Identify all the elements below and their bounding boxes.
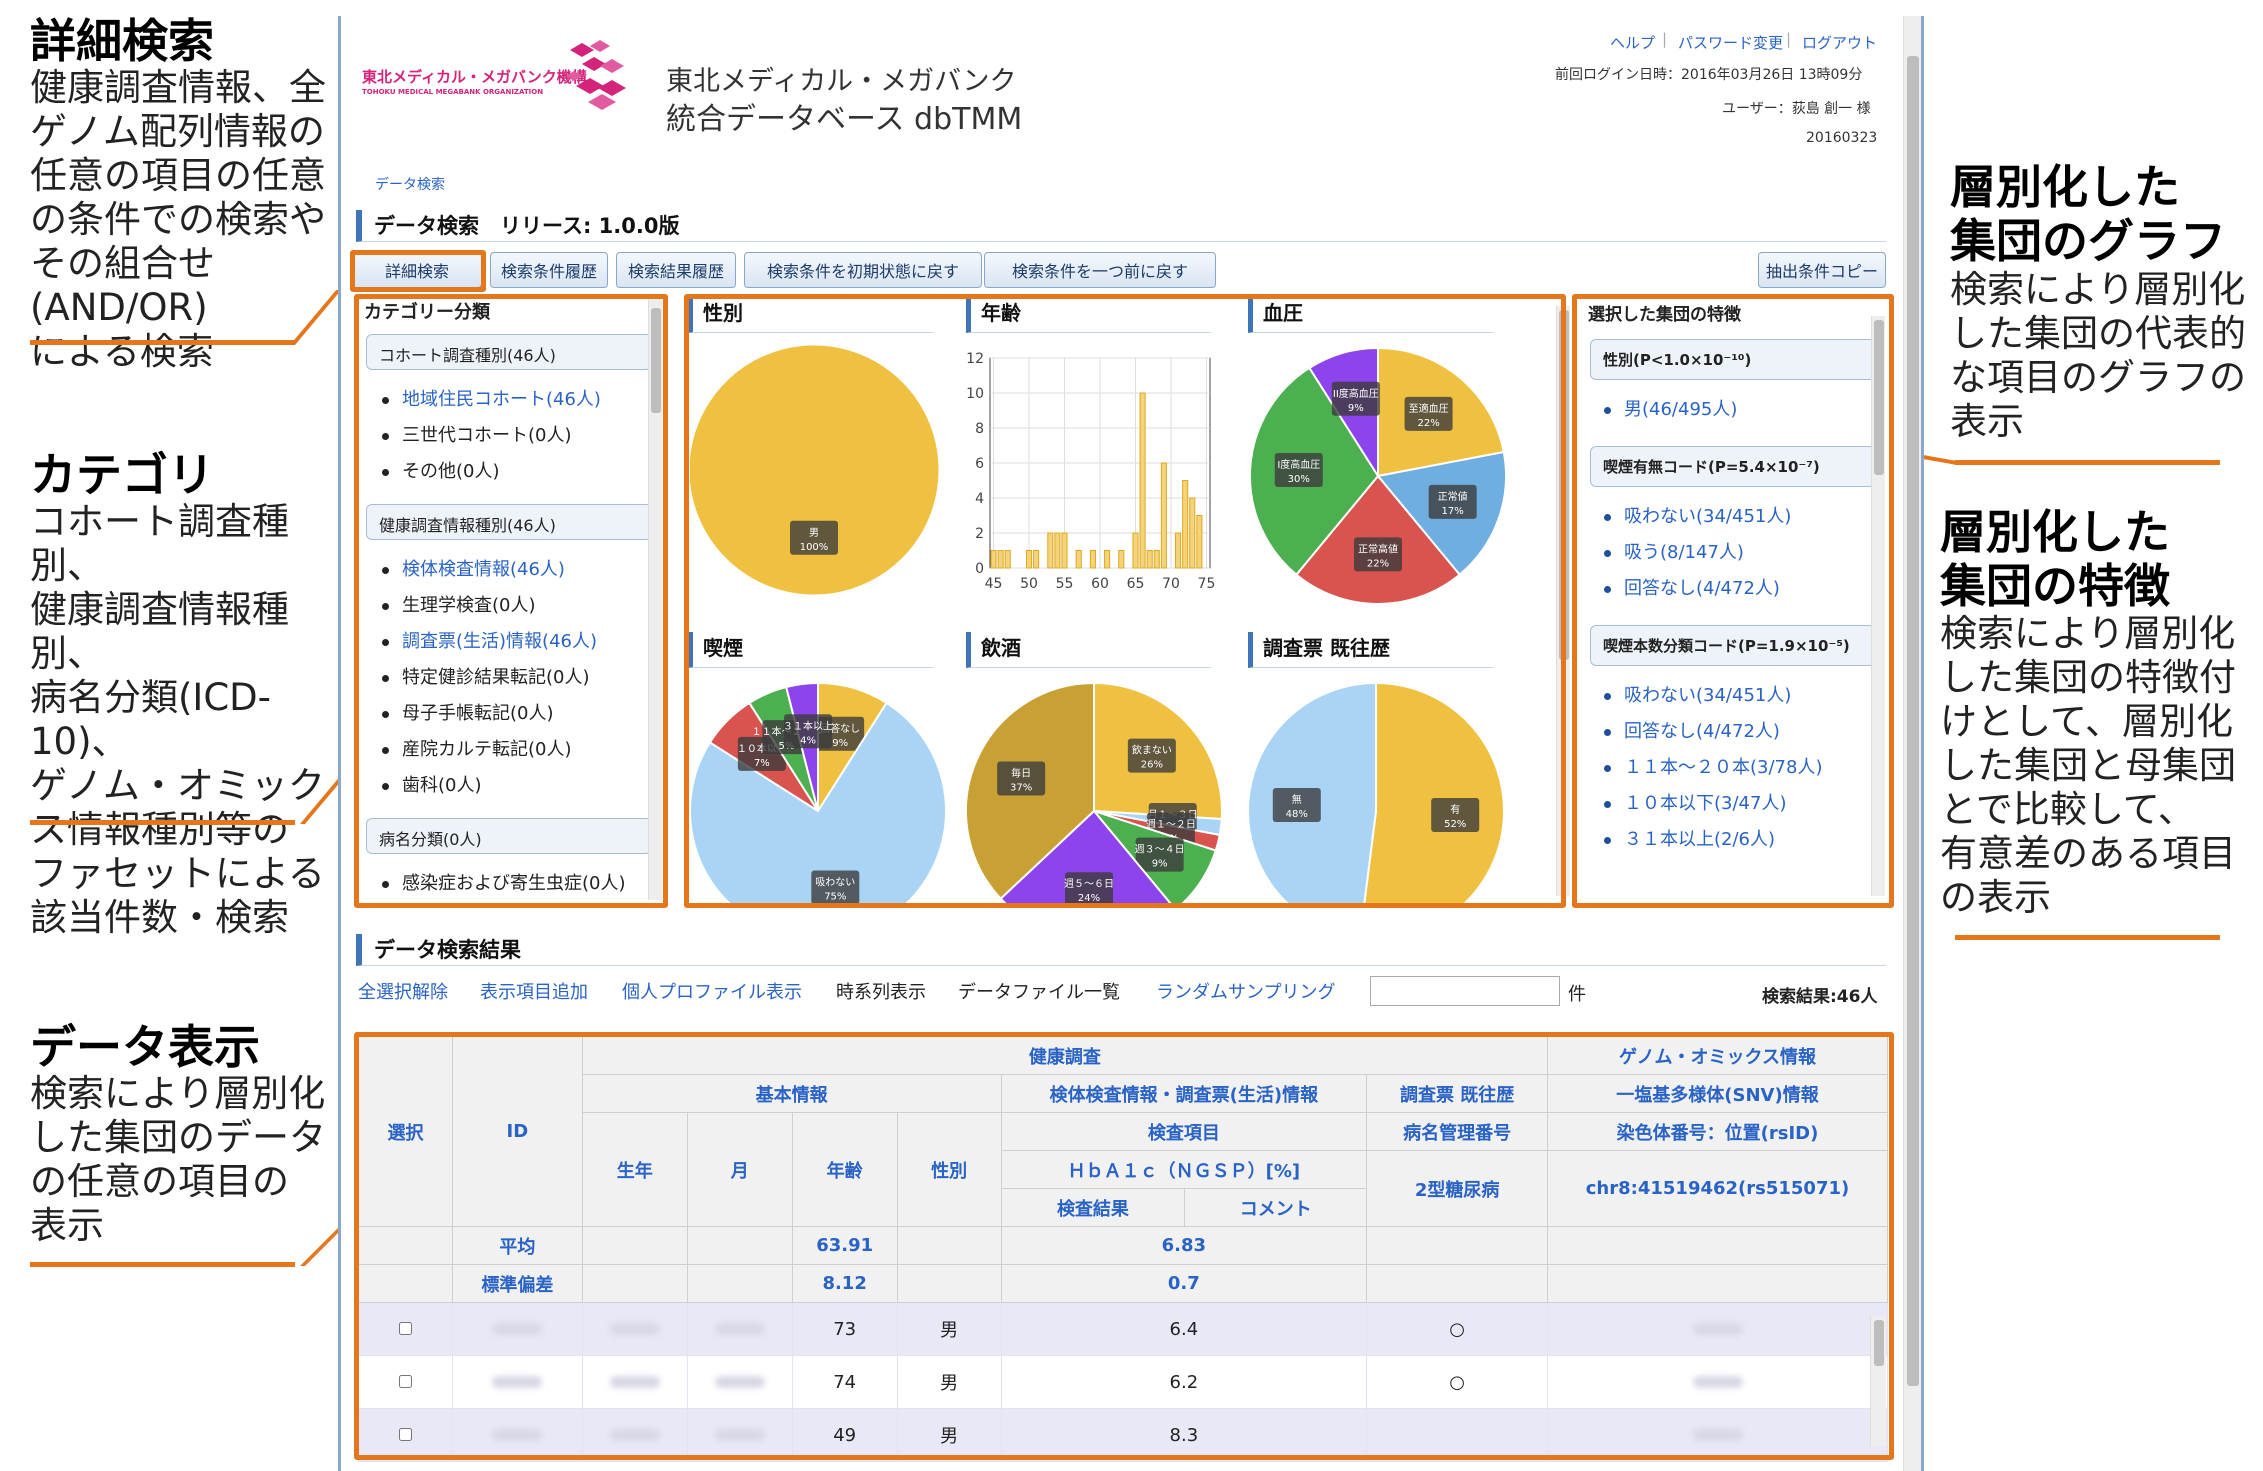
highlight-features — [1572, 294, 1894, 908]
annotation-line-text: とで比較して、 — [1940, 788, 2195, 831]
annotation-line-text: 任意の項目の任意 — [30, 154, 326, 197]
annotation-category-title: カテゴリ — [30, 448, 214, 502]
highlight-category — [354, 294, 668, 908]
logout-link[interactable]: ログアウト — [1802, 32, 1877, 53]
window-scrollbar-thumb[interactable] — [1907, 56, 1919, 1386]
annotation-category-body: コホート調査種別、 健康調査情報種別、 病名分類(ICD-10)、 ゲノム・オミックス… — [30, 500, 350, 940]
annotation-line-text: ファセットによる — [30, 852, 325, 895]
annotation-line-text: ゲノム・オミック — [30, 764, 325, 807]
annotation-line-text: な項目のグラフの — [1950, 356, 2246, 399]
timeseries-text: 時系列表示 — [836, 982, 926, 1003]
annotation-line-text: 該当件数・検索 — [30, 896, 289, 939]
logo-text: 東北メディカル・メガバンク機構 — [362, 68, 587, 86]
profile-link[interactable]: 個人プロファイル表示 — [622, 978, 802, 1004]
sampling-count-input[interactable] — [1370, 976, 1560, 1006]
annotation-line-text: の任意の項目の — [30, 1160, 289, 1203]
date-text: 20160323 — [1806, 130, 1878, 146]
reset-conditions-button[interactable]: 検索条件を初期状態に戻す — [744, 252, 982, 288]
annotation-line — [1955, 935, 2220, 940]
annotation-line-text: コホート調査種別、 — [30, 500, 289, 587]
annotation-line-text: 病名分類(ICD-10)、 — [30, 676, 272, 763]
annotation-line-text: 有意差のある項目 — [1940, 832, 2236, 875]
annotation-line-text: した集団の特徴付 — [1940, 656, 2236, 699]
annotation-title-line: 集団のグラフ — [1950, 214, 2226, 268]
annotation-title-line: 層別化した — [1940, 505, 2170, 559]
annotation-line-text: けとして、層別化 — [1940, 700, 2234, 743]
app-title-line2: 統合データベース dbTMM — [666, 102, 1023, 137]
breadcrumb[interactable]: データ検索 — [375, 174, 445, 194]
password-link[interactable]: パスワード変更 — [1678, 32, 1783, 53]
window-scrollbar[interactable] — [1903, 16, 1921, 1471]
random-sampling-link[interactable]: ランダムサンプリング — [1156, 978, 1335, 1004]
annotation-line-text: の表示 — [1940, 876, 2051, 919]
annotation-data-body: 検索により層別化 した集団のデータ の任意の項目の 表示 — [30, 1072, 340, 1248]
annotation-line-text: による検索 — [30, 330, 214, 373]
annotation-features-title: 層別化した 集団の特徴 — [1940, 505, 2250, 613]
annotation-advanced-title: 詳細検索 — [30, 14, 214, 68]
highlight-charts — [684, 294, 1566, 908]
results-title: データ検索結果 — [356, 934, 1886, 966]
annotation-line-text: した集団のデータ — [30, 1116, 326, 1159]
data-files-text: データファイル一覧 — [958, 982, 1120, 1003]
annotation-line-text: ゲノム配列情報の — [30, 110, 325, 153]
annotation-line-text: 健康調査情報、全 — [30, 66, 326, 109]
deselect-all-link[interactable]: 全選択解除 — [358, 978, 448, 1004]
logo-icon — [566, 40, 626, 110]
app-title-line1: 東北メディカル・メガバンク — [666, 66, 1017, 97]
annotation-graph-body: 検索により層別化 した集団の代表的 な項目のグラフの 表示 — [1950, 268, 2250, 444]
last-login-text: 前回ログイン日時：2016年03月26日 13時09分 — [1555, 67, 1863, 83]
user-text: ユーザー：荻島 創一 様 — [1722, 101, 1871, 117]
undo-condition-button[interactable]: 検索条件を一つ前に戻す — [984, 252, 1216, 288]
annotation-title-line: 集団の特徴 — [1940, 559, 2170, 613]
copy-conditions-button[interactable]: 抽出条件コピー — [1758, 252, 1886, 288]
annotation-features-body: 検索により層別化 した集団の特徴付 けとして、層別化 した集団と母集団 とで比較して、有… — [1940, 612, 2260, 920]
count-unit: 件 — [1568, 984, 1586, 1005]
annotation-line — [30, 820, 295, 825]
annotation-line-text: 検索により層別化 — [1940, 612, 2236, 655]
annotation-line — [1955, 460, 2220, 465]
annotation-line-text: の条件での検索や — [30, 198, 326, 241]
annotation-line-text: ス情報種別等の — [30, 808, 289, 851]
highlight-advanced-search — [350, 250, 486, 292]
annotation-line-text: 健康調査情報種別、 — [30, 588, 289, 675]
result-count: 検索結果:46人 — [1762, 987, 1878, 1007]
annotation-line-text: した集団と母集団 — [1940, 744, 2236, 787]
help-link[interactable]: ヘルプ — [1610, 32, 1655, 53]
annotation-graph-title: 層別化した 集団のグラフ — [1950, 160, 2250, 268]
annotation-line-text: その組合せ(AND/OR) — [30, 242, 215, 329]
annotation-line — [30, 340, 295, 345]
annotation-line-text: した集団の代表的 — [1950, 312, 2246, 355]
annotation-advanced-body: 健康調査情報、全 ゲノム配列情報の 任意の項目の任意 の条件での検索や その組合せ(AN… — [30, 66, 340, 374]
logo-subtext: TOHOKU MEDICAL MEGABANK ORGANIZATION — [362, 88, 544, 96]
annotation-title-line: 層別化した — [1950, 160, 2180, 214]
annotation-line-text: 表示 — [30, 1204, 104, 1247]
add-display-items-link[interactable]: 表示項目追加 — [480, 978, 588, 1004]
condition-history-button[interactable]: 検索条件履歴 — [490, 252, 608, 288]
page-title: データ検索 リリース: 1.0.0版 — [356, 210, 1886, 242]
annotation-line-text: 検索により層別化 — [30, 1072, 326, 1115]
annotation-data-title: データ表示 — [30, 1020, 260, 1074]
annotation-line — [30, 1262, 295, 1267]
annotation-line-text: 検索により層別化 — [1950, 268, 2246, 311]
result-history-button[interactable]: 検索結果履歴 — [616, 252, 736, 288]
annotation-line-text: 表示 — [1950, 400, 2024, 443]
highlight-results — [354, 1032, 1894, 1460]
